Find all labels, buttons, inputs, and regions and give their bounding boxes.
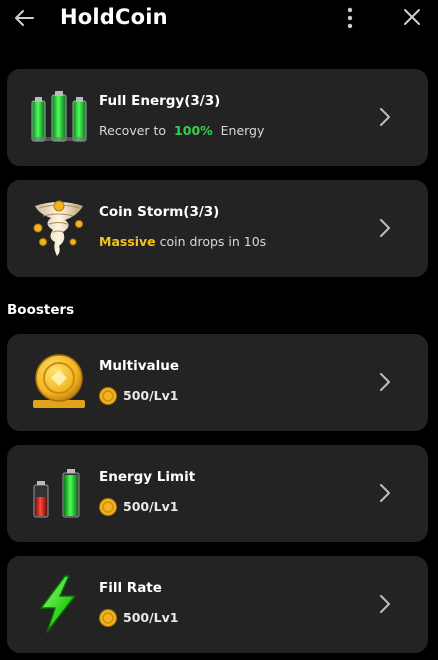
coin-icon bbox=[99, 497, 117, 516]
booster-cost: 500/Lv1 bbox=[99, 608, 179, 627]
booster-title: Multivalue bbox=[99, 358, 180, 374]
more-options-icon[interactable] bbox=[341, 6, 359, 30]
booster-cost: 500/Lv1 bbox=[99, 497, 179, 516]
coin-tornado-icon bbox=[33, 200, 83, 256]
coin-icon bbox=[99, 386, 117, 405]
chevron-right-icon bbox=[380, 595, 390, 613]
card-description: Recover to 100% Energy bbox=[99, 123, 264, 138]
cost-value: 500/Lv1 bbox=[123, 388, 179, 403]
card-description: Massive coin drops in 10s bbox=[99, 234, 266, 249]
full-battery-icon bbox=[31, 91, 87, 142]
close-icon[interactable] bbox=[402, 7, 422, 27]
chevron-right-icon bbox=[380, 373, 390, 391]
chevron-right-icon bbox=[380, 219, 390, 237]
booster-cost: 500/Lv1 bbox=[99, 386, 179, 405]
card-title: Full Energy(3/3) bbox=[99, 93, 221, 109]
battery-levels-icon bbox=[33, 469, 80, 518]
chevron-right-icon bbox=[380, 484, 390, 502]
desc-highlight: Massive bbox=[99, 234, 156, 249]
page-title: HoldCoin bbox=[60, 5, 168, 29]
coin-storm-card[interactable]: Coin Storm(3/3) Massive coin drops in 10… bbox=[7, 180, 428, 277]
booster-energy-limit[interactable]: Energy Limit 500/Lv1 bbox=[7, 445, 428, 542]
gold-coin-icon bbox=[33, 354, 85, 408]
cost-value: 500/Lv1 bbox=[123, 610, 179, 625]
desc-suffix: Energy bbox=[220, 123, 265, 138]
back-arrow-icon[interactable] bbox=[12, 6, 36, 30]
coin-icon bbox=[99, 608, 117, 627]
desc-highlight: 100% bbox=[174, 123, 213, 138]
cost-value: 500/Lv1 bbox=[123, 499, 179, 514]
booster-fill-rate[interactable]: Fill Rate 500/Lv1 bbox=[7, 556, 428, 653]
card-title: Coin Storm(3/3) bbox=[99, 204, 220, 220]
chevron-right-icon bbox=[380, 108, 390, 126]
booster-title: Fill Rate bbox=[99, 580, 162, 596]
boosters-heading: Boosters bbox=[7, 302, 75, 318]
app-header: HoldCoin bbox=[0, 0, 438, 40]
booster-multivalue[interactable]: Multivalue 500/Lv1 bbox=[7, 334, 428, 431]
full-energy-card[interactable]: Full Energy(3/3) Recover to 100% Energy bbox=[7, 69, 428, 166]
booster-title: Energy Limit bbox=[99, 469, 196, 485]
lightning-bolt-icon bbox=[40, 575, 76, 633]
desc-prefix: Recover to bbox=[99, 123, 167, 138]
desc-suffix: coin drops in 10s bbox=[159, 234, 267, 249]
